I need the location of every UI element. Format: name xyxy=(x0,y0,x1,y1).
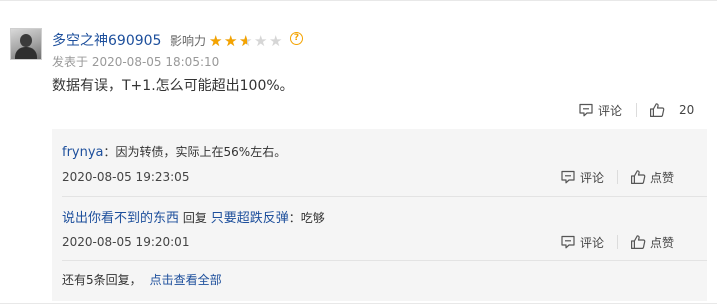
reply-content: 吃够 xyxy=(300,211,325,225)
action-divider xyxy=(617,170,618,184)
reply-item: 说出你看不到的东西 回复 只要超跌反弹：吃够 xyxy=(62,207,325,226)
reply-like-button[interactable]: 点赞 xyxy=(630,233,674,251)
thumbs-up-icon xyxy=(650,103,665,117)
reply-target-name[interactable]: 只要超跌反弹 xyxy=(211,211,289,226)
thumbs-up-icon xyxy=(631,170,646,184)
post-time: 发表于 2020-08-05 18:05:10 xyxy=(52,55,220,69)
reply-word: 回复 xyxy=(182,211,207,225)
reply-comment-button[interactable]: 评论 xyxy=(560,168,604,186)
reply-like-label: 点赞 xyxy=(650,235,675,250)
influence-label: 影响力 xyxy=(170,34,207,48)
help-icon[interactable]: ? xyxy=(290,32,303,45)
post-comment-label: 评论 xyxy=(598,103,623,118)
reply-separator xyxy=(62,260,707,261)
action-divider xyxy=(617,235,618,249)
post-author-name[interactable]: 多空之神690905 xyxy=(52,30,161,50)
comment-icon xyxy=(561,235,575,249)
more-replies: 还有5条回复， 点击查看全部 xyxy=(62,271,222,288)
thumbs-up-icon xyxy=(631,235,646,249)
reply-comment-label: 评论 xyxy=(580,170,605,185)
reply-comment-label: 评论 xyxy=(580,235,605,250)
avatar[interactable] xyxy=(10,28,42,60)
reply-like-button[interactable]: 点赞 xyxy=(630,168,674,186)
star-fill: ★ xyxy=(209,33,223,49)
reply-colon: ： xyxy=(103,145,116,159)
star-icon: ★ ★ xyxy=(224,32,238,50)
reply-colon: ： xyxy=(288,211,301,225)
bottom-border xyxy=(0,303,717,304)
reply-separator xyxy=(62,196,707,197)
post-like-button[interactable]: 20 xyxy=(649,101,694,119)
star-fill: ★ xyxy=(224,33,238,49)
reply-author-name[interactable]: 说出你看不到的东西 xyxy=(62,211,179,226)
more-replies-count: 还有5条回复， xyxy=(62,273,142,287)
avatar-head xyxy=(20,34,32,47)
reply-author-name[interactable]: frynya xyxy=(62,145,104,160)
view-all-replies-link[interactable]: 点击查看全部 xyxy=(150,273,222,287)
reply-like-label: 点赞 xyxy=(650,170,675,185)
star-icon: ★ xyxy=(269,32,283,50)
comment-icon xyxy=(579,103,593,117)
reply-time: 2020-08-05 19:23:05 xyxy=(62,170,190,184)
comment-icon xyxy=(561,170,575,184)
reply-comment-button[interactable]: 评论 xyxy=(560,233,604,251)
post-content: 数据有误，T+1.怎么可能超出100%。 xyxy=(52,78,294,94)
avatar-body xyxy=(15,47,37,59)
star-fill: ★ xyxy=(239,33,247,49)
reply-content: 因为转债，实际上在56%左右。 xyxy=(115,145,287,159)
top-border xyxy=(0,0,717,1)
post-like-count: 20 xyxy=(679,103,695,117)
star-icon: ★ xyxy=(254,32,268,50)
star-icon: ★ ★ xyxy=(239,32,253,50)
star-icon: ★ ★ xyxy=(209,32,223,50)
reply-item: frynya：因为转债，实际上在56%左右。 xyxy=(62,143,286,160)
action-divider xyxy=(636,103,637,117)
reply-time: 2020-08-05 19:20:01 xyxy=(62,235,190,249)
influence-stars: ★ ★ ★ ★ ★ ★ ★ ★ xyxy=(209,31,284,50)
post-comment-button[interactable]: 评论 xyxy=(578,101,622,119)
